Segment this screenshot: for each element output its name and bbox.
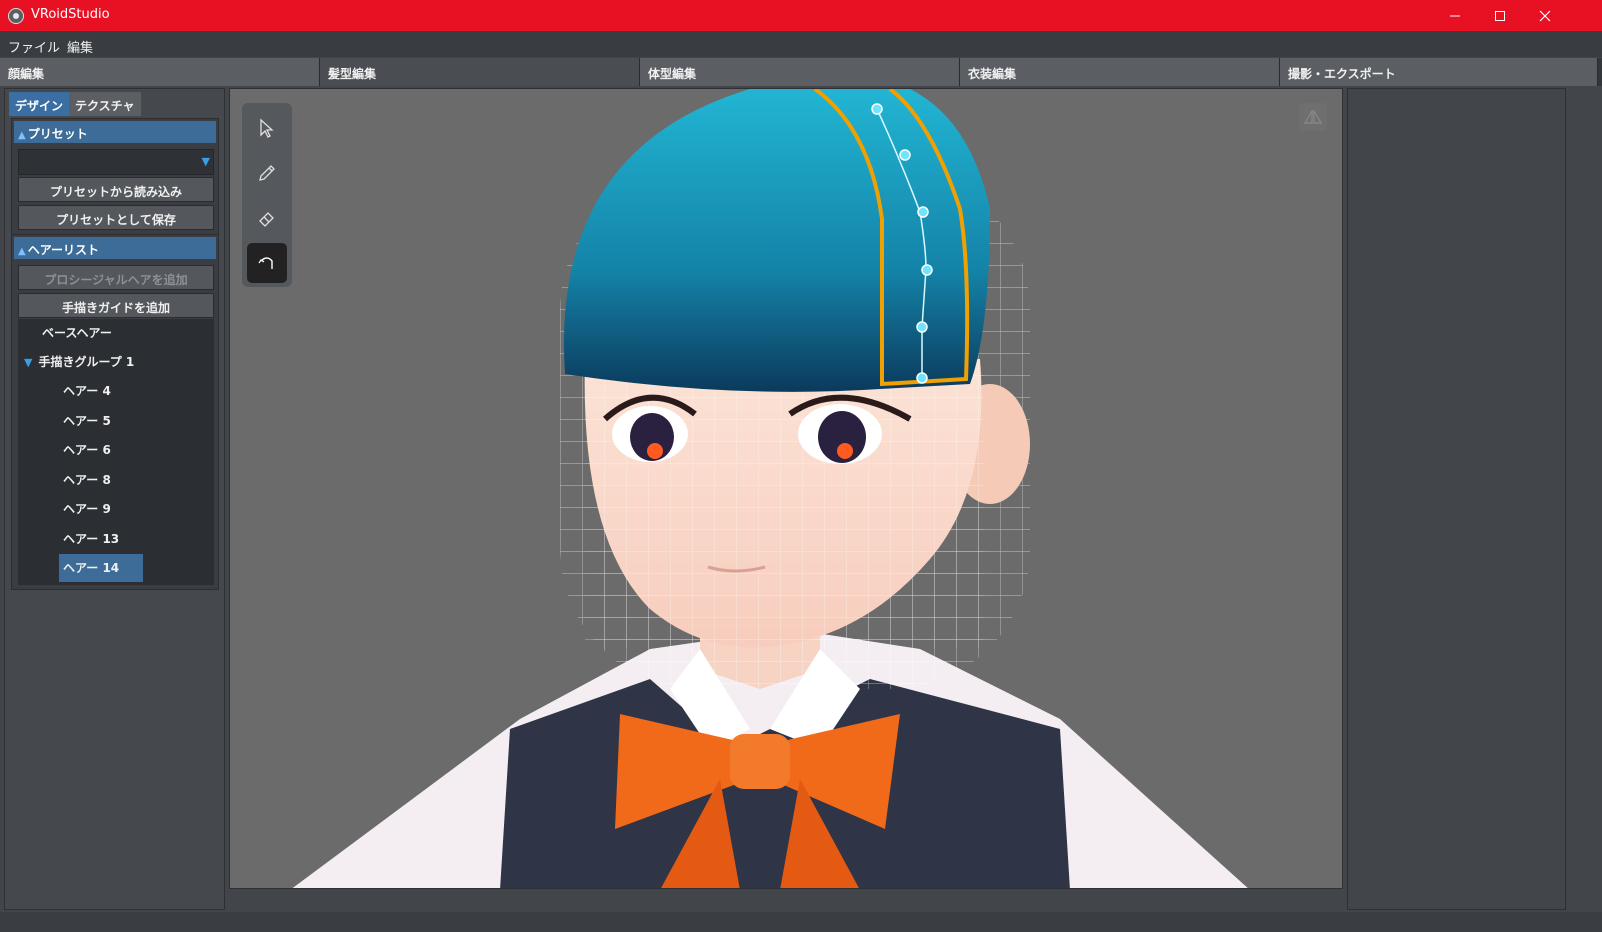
- hair-list-header[interactable]: ▲ ヘアーリスト: [14, 237, 216, 259]
- tree-item-hair[interactable]: ヘアー 6: [63, 436, 111, 464]
- save-preset-button[interactable]: プリセットとして保存: [18, 205, 214, 230]
- tree-item-hair[interactable]: ヘアー 8: [63, 466, 111, 494]
- left-iris-highlight: [647, 443, 663, 459]
- expand-triangle-icon: ▼: [24, 356, 33, 369]
- hair-list-header-label: ヘアーリスト: [27, 243, 99, 257]
- add-guide-button[interactable]: 手描きガイドを追加: [18, 293, 214, 318]
- collapse-triangle-icon: ▲: [18, 130, 26, 141]
- control-point[interactable]: [871, 103, 883, 115]
- tree-item-group[interactable]: ▼ 手描きグループ 1: [24, 348, 134, 376]
- load-preset-button[interactable]: プリセットから読み込み: [18, 177, 214, 202]
- tree-item-hair[interactable]: ヘアー 4: [63, 377, 111, 405]
- dropdown-arrow-icon: ▼: [201, 155, 210, 168]
- pencil-icon: [259, 165, 275, 181]
- control-point[interactable]: [916, 321, 928, 333]
- subtab-texture[interactable]: テクスチャ: [69, 92, 141, 116]
- add-procedural-hair-button[interactable]: プロシージャルヘアを追加: [18, 265, 214, 290]
- menu-edit[interactable]: 編集: [67, 37, 93, 56]
- tab-face-edit[interactable]: 顔編集: [0, 58, 320, 86]
- main-tab-bar: 顔編集 髪型編集 体型編集 衣装編集 撮影・エクスポート: [0, 58, 1602, 86]
- control-point[interactable]: [917, 206, 929, 218]
- tree-item-hair[interactable]: ヘアー 5: [63, 407, 111, 435]
- subtab-design[interactable]: デザイン: [9, 92, 70, 116]
- face-mesh-wireframe: [585, 359, 985, 649]
- tree-item-hair[interactable]: ヘアー 13: [63, 525, 119, 553]
- pen-tool-button[interactable]: [247, 153, 287, 193]
- preset-header-label: プリセット: [27, 127, 88, 141]
- 3d-viewport[interactable]: [229, 88, 1343, 889]
- close-button[interactable]: [1522, 0, 1568, 31]
- mirror-toggle-button[interactable]: [1299, 103, 1327, 131]
- hair-tree: ベースヘアー ▼ 手描きグループ 1 ヘアー 4 ヘアー 5 ヘアー 6 ヘアー …: [18, 319, 214, 585]
- app-logo-icon: [8, 8, 24, 24]
- close-icon: [1539, 10, 1551, 21]
- control-point[interactable]: [916, 372, 928, 384]
- mirror-icon: [1304, 110, 1322, 124]
- tree-item-base-hair[interactable]: ベースヘアー: [42, 319, 112, 347]
- cursor-arrow-icon: [260, 118, 274, 138]
- tree-item-hair[interactable]: ヘアー 9: [63, 495, 111, 523]
- status-bar: [0, 912, 1602, 932]
- collapse-triangle-icon: ▲: [18, 246, 26, 257]
- control-point[interactable]: [899, 149, 911, 161]
- menu-bar: ファイル 編集: [0, 31, 1602, 57]
- tab-photo-export[interactable]: 撮影・エクスポート: [1280, 58, 1598, 86]
- control-point[interactable]: [921, 264, 933, 276]
- minimize-icon: [1450, 15, 1460, 16]
- curve-tool-icon: [258, 257, 273, 269]
- tab-body-edit[interactable]: 体型編集: [640, 58, 960, 86]
- eraser-tool-button[interactable]: [247, 198, 287, 238]
- window-title: VRoidStudio: [31, 7, 110, 22]
- tab-hair-edit[interactable]: 髪型編集: [320, 58, 640, 86]
- eraser-icon: [259, 212, 274, 227]
- right-iris-highlight: [837, 443, 853, 459]
- group-label: 手描きグループ 1: [38, 355, 135, 369]
- preset-select[interactable]: ▼: [18, 149, 214, 175]
- preset-header[interactable]: ▲ プリセット: [14, 121, 216, 143]
- tree-item-hair-selected[interactable]: ヘアー 14: [59, 554, 143, 582]
- minimize-button[interactable]: [1432, 0, 1478, 31]
- tool-palette: [242, 103, 292, 287]
- smooth-tool-button[interactable]: [247, 243, 287, 283]
- hair-list-section: ▲ ヘアーリスト プロシージャルヘアを追加 手描きガイドを追加 ベースヘアー ▼ 手…: [11, 234, 219, 590]
- title-bar: VRoidStudio: [0, 0, 1602, 31]
- bow-knot: [730, 734, 790, 789]
- left-panel: デザイン テクスチャ ▲ プリセット ▼ プリセットから読み込み プリセットとして…: [4, 88, 225, 910]
- menu-file[interactable]: ファイル: [8, 37, 60, 56]
- maximize-icon: [1495, 10, 1505, 21]
- select-tool-button[interactable]: [247, 108, 287, 148]
- preset-section: ▲ プリセット ▼ プリセットから読み込み プリセットとして保存: [11, 118, 219, 235]
- right-panel: [1347, 88, 1566, 910]
- maximize-button[interactable]: [1477, 0, 1523, 31]
- character-scene: [292, 89, 1248, 888]
- tab-outfit-edit[interactable]: 衣装編集: [960, 58, 1280, 86]
